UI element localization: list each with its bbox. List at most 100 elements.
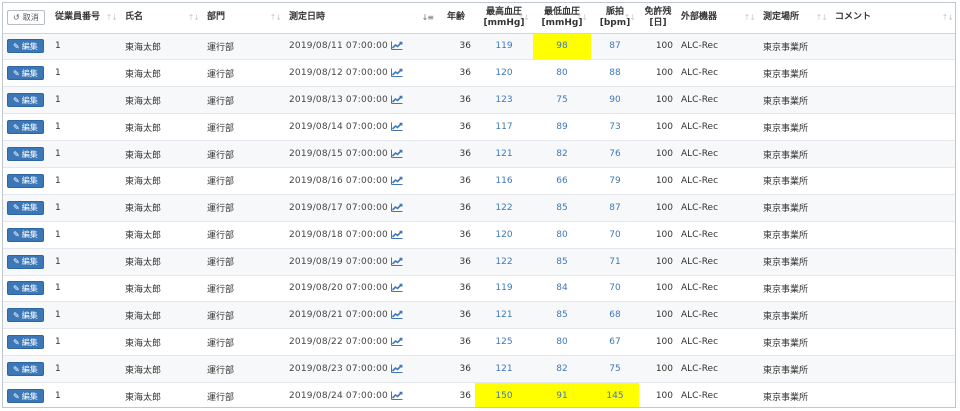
header-diastolic[interactable]: 最低血圧 [mmHg] ↑↓: [533, 3, 591, 34]
diastolic-cell[interactable]: 80: [533, 221, 591, 249]
sort-icon[interactable]: ↑↓: [188, 13, 200, 23]
diastolic-cell[interactable]: 75: [533, 86, 591, 115]
line-chart-icon[interactable]: [390, 283, 403, 293]
edit-icon: ✎: [13, 95, 20, 105]
edit-button[interactable]: ✎ 編集: [7, 93, 44, 108]
diastolic-cell[interactable]: 80: [533, 59, 591, 88]
sort-icon[interactable]: ↑↓: [942, 13, 954, 23]
edit-button[interactable]: ✎ 編集: [7, 200, 44, 215]
diastolic-cell[interactable]: 85: [533, 194, 591, 222]
line-chart-icon[interactable]: [390, 122, 403, 132]
pulse-cell[interactable]: 88: [591, 59, 639, 88]
header-dept[interactable]: 部門 ↑↓: [203, 3, 285, 34]
pulse-cell[interactable]: 87: [591, 33, 639, 61]
pulse-cell[interactable]: 75: [591, 355, 639, 384]
sort-icon[interactable]: ↑↓: [816, 13, 828, 23]
pulse-cell[interactable]: 70: [591, 275, 639, 303]
edit-button[interactable]: ✎ 編集: [7, 308, 44, 323]
diastolic-cell[interactable]: 82: [533, 355, 591, 384]
pulse-cell[interactable]: 90: [591, 86, 639, 115]
systolic-cell[interactable]: 121: [475, 301, 533, 330]
line-chart-icon[interactable]: [390, 176, 403, 185]
header-employee-no[interactable]: 従業員番号 ↑↓: [51, 3, 121, 34]
dept-cell: 運行部: [203, 140, 285, 168]
line-chart-icon[interactable]: [390, 203, 403, 212]
pulse-cell[interactable]: 68: [591, 301, 639, 330]
edit-button[interactable]: ✎ 編集: [7, 39, 44, 54]
sort-icon[interactable]: ↑↓: [744, 13, 756, 23]
edit-button[interactable]: ✎ 編集: [7, 120, 44, 135]
sort-icon[interactable]: ↑↓: [518, 13, 530, 23]
systolic-cell[interactable]: 123: [475, 86, 533, 115]
pulse-cell[interactable]: 79: [591, 167, 639, 195]
datetime-text: 2019/08/15 07:00:00: [289, 149, 388, 159]
systolic-cell[interactable]: 117: [475, 113, 533, 142]
edit-button[interactable]: ✎ 編集: [7, 362, 44, 377]
cancel-button[interactable]: ↺ 取消: [7, 10, 45, 26]
diastolic-cell[interactable]: 85: [533, 301, 591, 330]
systolic-cell[interactable]: 150: [475, 382, 533, 407]
header-measured-at[interactable]: 測定日時 ↓≡: [285, 3, 437, 34]
edit-button[interactable]: ✎ 編集: [7, 335, 44, 350]
systolic-cell[interactable]: 121: [475, 355, 533, 384]
edit-button[interactable]: ✎ 編集: [7, 281, 44, 296]
header-systolic[interactable]: 最高血圧 [mmHg] ↑↓: [475, 3, 533, 34]
systolic-cell[interactable]: 122: [475, 194, 533, 222]
systolic-cell[interactable]: 119: [475, 33, 533, 61]
header-exempt[interactable]: 免許残 [日]: [639, 3, 677, 34]
line-chart-icon[interactable]: [390, 257, 403, 266]
systolic-cell[interactable]: 116: [475, 167, 533, 195]
header-pulse[interactable]: 脈拍 [bpm] ↑↓: [591, 3, 639, 34]
age-cell: 36: [437, 248, 475, 276]
line-chart-icon[interactable]: [390, 68, 403, 78]
pulse-cell[interactable]: 87: [591, 194, 639, 222]
edit-button[interactable]: ✎ 編集: [7, 227, 44, 242]
header-age[interactable]: 年齢: [437, 3, 475, 34]
line-chart-icon[interactable]: [390, 41, 403, 51]
pulse-cell[interactable]: 70: [591, 221, 639, 249]
line-chart-icon[interactable]: [390, 364, 403, 374]
pulse-cell[interactable]: 145: [591, 382, 639, 407]
pulse-cell[interactable]: 67: [591, 328, 639, 357]
diastolic-cell[interactable]: 66: [533, 167, 591, 195]
sort-icon[interactable]: ↑↓: [576, 13, 588, 23]
header-name[interactable]: 氏名 ↑↓: [121, 3, 203, 34]
edit-button[interactable]: ✎ 編集: [7, 147, 44, 161]
sort-icon[interactable]: ↑↓: [624, 13, 636, 23]
systolic-cell[interactable]: 120: [475, 221, 533, 249]
line-chart-icon[interactable]: [390, 95, 403, 105]
systolic-cell[interactable]: 121: [475, 140, 533, 168]
diastolic-cell[interactable]: 98: [533, 33, 591, 61]
line-chart-icon[interactable]: [390, 337, 403, 347]
edit-cell: ✎ 編集: [3, 59, 51, 88]
datetime-text: 2019/08/23 07:00:00: [289, 364, 388, 375]
diastolic-cell[interactable]: 84: [533, 275, 591, 303]
pulse-cell[interactable]: 71: [591, 248, 639, 276]
edit-button[interactable]: ✎ 編集: [7, 66, 44, 81]
diastolic-cell[interactable]: 85: [533, 248, 591, 276]
diastolic-cell[interactable]: 80: [533, 328, 591, 357]
diastolic-cell[interactable]: 89: [533, 113, 591, 142]
edit-button[interactable]: ✎ 編集: [7, 173, 44, 188]
pulse-cell[interactable]: 76: [591, 140, 639, 168]
pulse-cell[interactable]: 73: [591, 113, 639, 142]
systolic-cell[interactable]: 120: [475, 59, 533, 88]
header-device[interactable]: 外部機器 ↑↓: [677, 3, 759, 34]
sort-icon[interactable]: ↑↓: [106, 13, 118, 23]
line-chart-icon[interactable]: [390, 149, 403, 158]
line-chart-icon[interactable]: [390, 230, 403, 239]
header-comment[interactable]: コメント ↑↓: [831, 3, 955, 34]
header-location[interactable]: 測定場所 ↑↓: [759, 3, 831, 34]
edit-button[interactable]: ✎ 編集: [7, 254, 44, 269]
sort-icon[interactable]: ↑↓: [270, 13, 282, 23]
line-chart-icon[interactable]: [390, 310, 403, 320]
edit-button[interactable]: ✎ 編集: [7, 389, 44, 404]
sort-desc-icon[interactable]: ↓≡: [422, 13, 434, 23]
diastolic-cell[interactable]: 91: [533, 382, 591, 407]
line-chart-icon[interactable]: [390, 391, 403, 401]
exempt-cell: 100: [639, 33, 677, 61]
systolic-cell[interactable]: 125: [475, 328, 533, 357]
diastolic-cell[interactable]: 82: [533, 140, 591, 168]
systolic-cell[interactable]: 122: [475, 248, 533, 276]
systolic-cell[interactable]: 119: [475, 275, 533, 303]
